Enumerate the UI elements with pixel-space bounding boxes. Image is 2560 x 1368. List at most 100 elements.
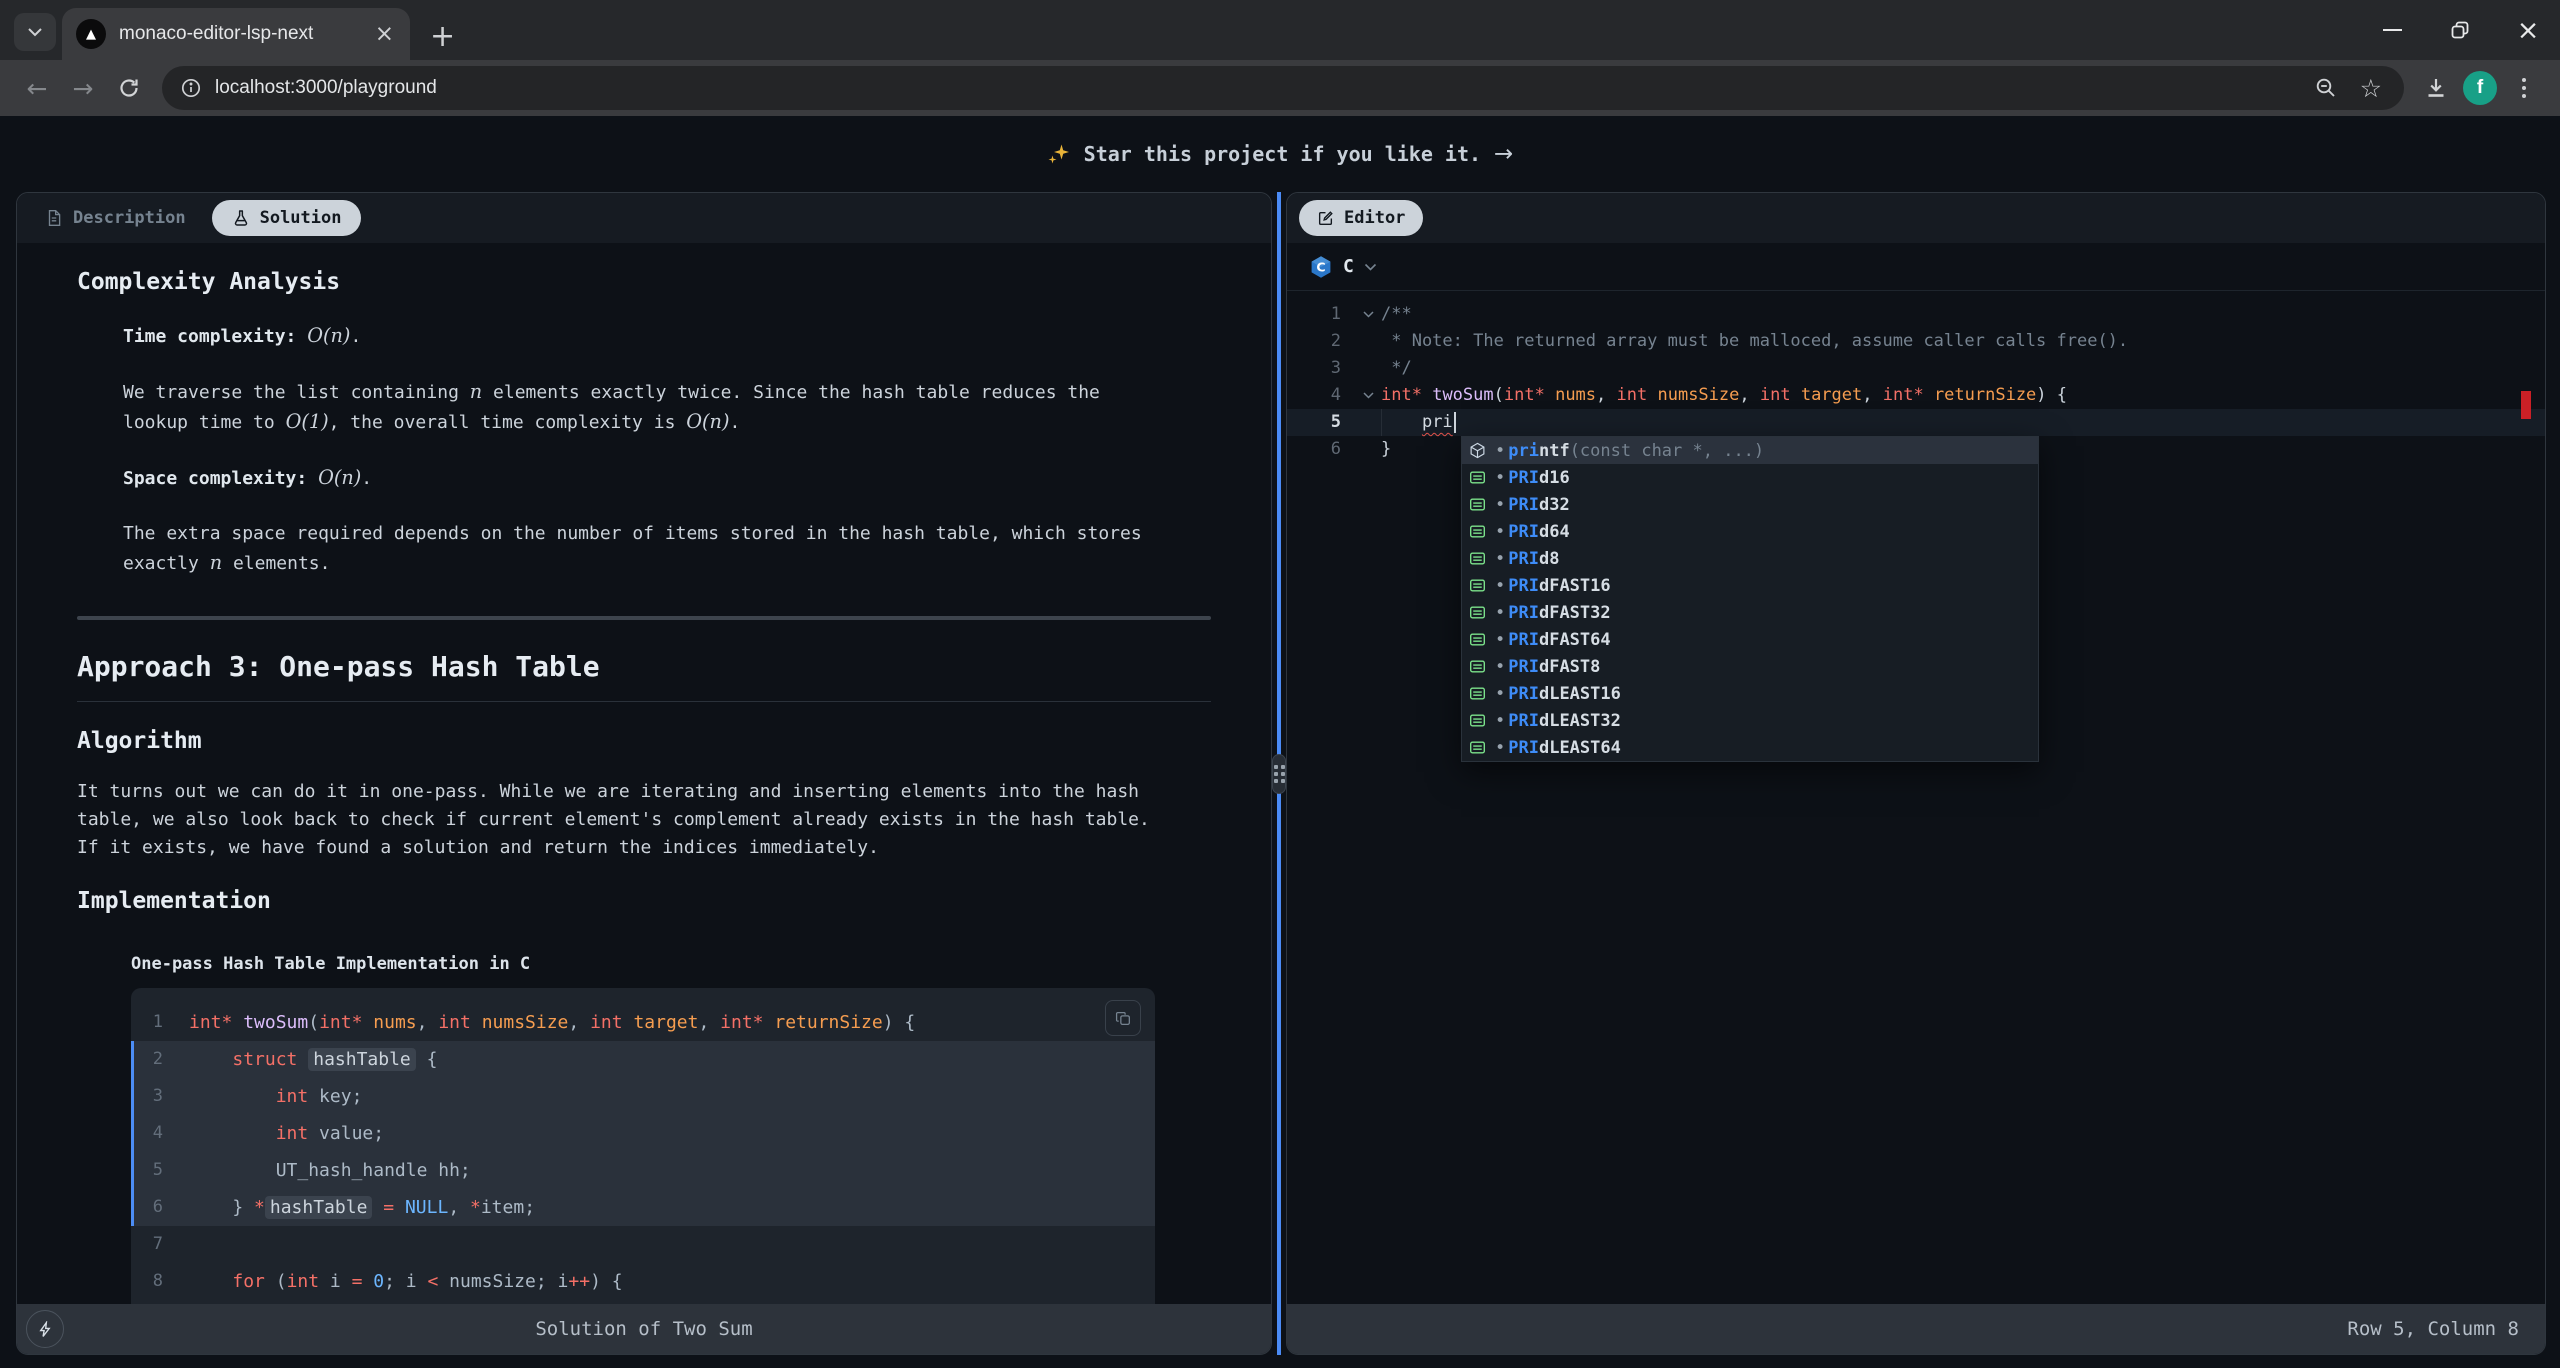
editor-line[interactable]: 2 * Note: The returned array must be mal… [1287,328,2545,355]
solution-panel: Description Solution Complexity Analysis… [16,192,1272,1355]
suggestion-item[interactable]: •PRIdLEAST16 [1462,680,2038,707]
editor-statusbar: Row 5, Column 8 [1287,1304,2545,1354]
text-cursor [1454,412,1456,433]
editor-label: Editor [1344,208,1405,228]
forward-button[interactable]: → [60,65,106,111]
tab-strip: ▲ monaco-editor-lsp-next × + × [0,0,2560,60]
tab-description[interactable]: Description [45,208,186,228]
address-bar[interactable]: localhost:3000/playground ☆ [162,66,2404,110]
download-icon [2423,75,2449,101]
browser-tab[interactable]: ▲ monaco-editor-lsp-next × [62,8,410,60]
snippet-icon [1469,631,1492,648]
doc-paragraph: The extra space required depends on the … [123,519,1153,578]
window-minimize-button[interactable] [2378,16,2406,44]
browser-chrome: ▲ monaco-editor-lsp-next × + × ← → [0,0,2560,116]
reload-icon [117,76,141,100]
playground-page: Star this project if you like it. → Desc… [0,116,2560,1368]
back-button[interactable]: ← [14,65,60,111]
profile-button[interactable]: f [2458,66,2502,110]
split-layout: Description Solution Complexity Analysis… [16,192,2546,1355]
cube-icon [1469,442,1492,459]
doc-paragraph: Space complexity: O(n). [123,463,1153,493]
new-tab-button[interactable]: + [430,22,455,52]
code-line: 3 int key; [131,1078,1155,1115]
editor-line[interactable]: 4int* twoSum(int* nums, int numsSize, in… [1287,382,2545,409]
doc-paragraph: It turns out we can do it in one-pass. W… [77,778,1166,862]
window-controls: × [2378,0,2542,60]
fold-chevron-icon[interactable] [1355,301,1381,328]
window-close-button[interactable]: × [2514,16,2542,44]
bookmark-star-icon[interactable]: ☆ [2360,76,2382,101]
suggestion-item[interactable]: •PRId16 [1462,464,2038,491]
snippet-icon [1469,469,1492,486]
snippet-icon [1469,739,1492,756]
editor-line[interactable]: 3 */ [1287,355,2545,382]
solution-title: Solution of Two Sum [17,1318,1271,1340]
window-restore-button[interactable] [2446,16,2474,44]
doc-paragraph: Time complexity: O(n). [123,321,1153,351]
code-editor[interactable]: 1/**2 * Note: The returned array must be… [1287,291,2545,1304]
language-selector[interactable]: C C [1287,243,2545,291]
panel-tab-bar: Description Solution [17,193,1271,243]
suggestion-item[interactable]: •PRIdFAST64 [1462,626,2038,653]
doc-heading: Algorithm [77,728,1211,754]
suggestion-item[interactable]: •PRId8 [1462,545,2038,572]
editor-line[interactable]: 5 pri [1287,409,2545,436]
tab-label: Solution [260,208,342,228]
snippet-icon [1469,496,1492,513]
suggestion-item[interactable]: •PRId32 [1462,491,2038,518]
suggestion-item[interactable]: •PRIdFAST16 [1462,572,2038,599]
solution-content: Complexity Analysis Time complexity: O(n)… [17,243,1271,1304]
lightning-icon [37,1321,54,1338]
svg-text:C: C [1316,259,1325,274]
tab-close-icon[interactable]: × [371,21,398,47]
suggestion-item[interactable]: •printf(const char *, ...) [1462,437,2038,464]
reload-button[interactable] [106,65,152,111]
language-name: C [1343,256,1354,277]
tab-label: Description [73,208,186,228]
downloads-button[interactable] [2414,66,2458,110]
star-banner[interactable]: Star this project if you like it. → [0,116,2560,192]
arrow-right-icon: → [1494,141,1513,167]
site-info-icon[interactable] [180,77,202,99]
resize-grip-icon[interactable] [1272,754,1286,794]
code-block: 1int* twoSum(int* nums, int numsSize, in… [131,988,1155,1304]
snippet-icon [1469,685,1492,702]
tab-search-button[interactable] [14,13,56,51]
snippet-icon [1469,712,1492,729]
doc-heading: Implementation [77,888,1211,914]
snippet-icon [1469,604,1492,621]
restore-icon [2449,19,2471,41]
autocomplete-popup: •printf(const char *, ...)•PRId16•PRId32… [1461,436,2039,762]
copy-button[interactable] [1105,1000,1141,1036]
browser-toolbar: ← → localhost:3000/playground ☆ [0,60,2560,116]
chevron-down-icon [1364,263,1377,271]
snippet-icon [1469,523,1492,540]
kebab-menu-icon [2522,78,2526,98]
suggestion-item[interactable]: •PRIdFAST8 [1462,653,2038,680]
zoom-out-icon[interactable] [2314,76,2338,100]
snippet-icon [1469,550,1492,567]
browser-menu-button[interactable] [2502,66,2546,110]
lightning-button[interactable] [26,1310,64,1348]
url-text[interactable]: localhost:3000/playground [215,77,2314,99]
code-block-title: One-pass Hash Table Implementation in C [131,954,1211,974]
editor-line[interactable]: 1/** [1287,301,2545,328]
snippet-icon [1469,577,1492,594]
indent-guide [1381,409,1382,436]
suggestion-item[interactable]: •PRIdFAST32 [1462,599,2038,626]
code-line: 5 UT_hash_handle hh; [131,1152,1155,1189]
code-line: 1int* twoSum(int* nums, int numsSize, in… [131,1004,1155,1041]
tab-solution[interactable]: Solution [212,200,362,236]
doc-heading: Complexity Analysis [77,269,1211,295]
suggestion-item[interactable]: •PRIdLEAST64 [1462,734,2038,761]
suggestion-item[interactable]: •PRIdLEAST32 [1462,707,2038,734]
editor-panel: Editor C C 1/**2 * Note: The returned ar… [1286,192,2546,1355]
suggestion-item[interactable]: •PRId64 [1462,518,2038,545]
snippet-icon [1469,658,1492,675]
panel-resizer[interactable] [1272,192,1286,1355]
doc-paragraph: We traverse the list containing n elemen… [123,377,1153,437]
editor-pill: Editor [1299,200,1423,236]
fold-chevron-icon[interactable] [1355,382,1381,409]
solution-footer: Solution of Two Sum [17,1304,1271,1354]
